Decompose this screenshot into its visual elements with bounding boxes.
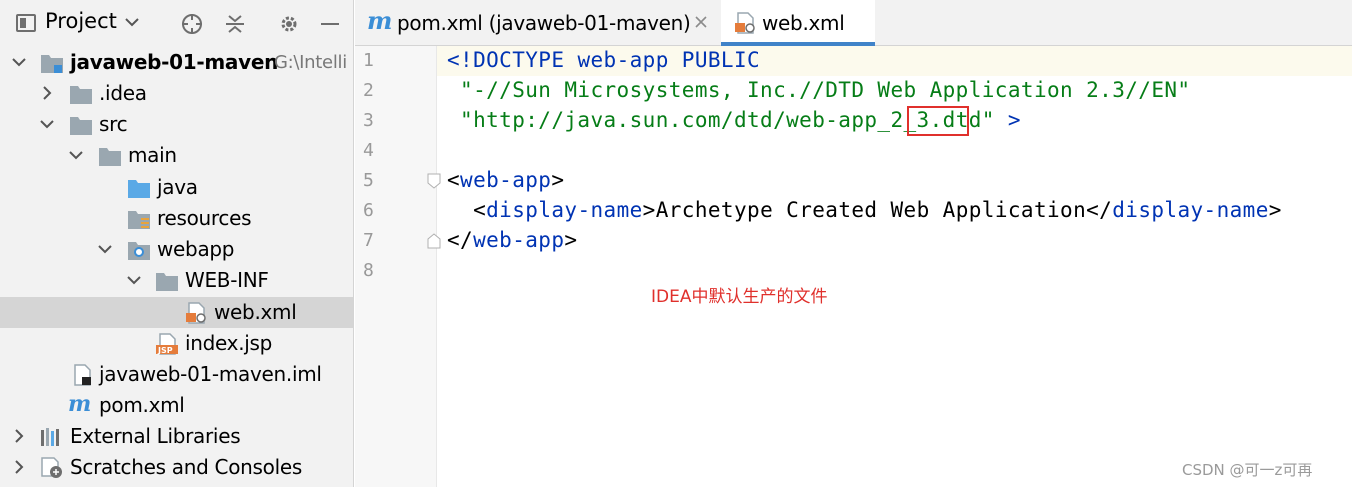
tree-item-pom-xml[interactable]: m pom.xml <box>0 390 353 421</box>
code-editor[interactable]: <!DOCTYPE web-app PUBLIC "-//Sun Microsy… <box>437 46 1352 487</box>
collapse-arrow-icon[interactable] <box>11 459 27 475</box>
line-number: 2 <box>363 80 374 101</box>
web-folder-icon <box>128 242 150 260</box>
folder-icon <box>99 148 121 166</box>
chevron-down-icon[interactable] <box>124 14 140 30</box>
collapse-arrow-icon[interactable] <box>39 85 55 101</box>
code-line-5: <web-app> <box>447 168 565 192</box>
expand-arrow-icon[interactable] <box>11 54 27 70</box>
xml-file-icon <box>186 302 206 324</box>
resources-folder-icon <box>128 211 150 229</box>
tree-item-resources[interactable]: resources <box>0 203 353 234</box>
watermark: CSDN @可一z可再 <box>1182 461 1313 479</box>
tree-item-iml[interactable]: javaweb-01-maven.iml <box>0 359 353 390</box>
tab-label: pom.xml (javaweb-01-maven) <box>397 11 691 35</box>
annotation-highlight-box <box>907 106 969 136</box>
tree-item-main[interactable]: main <box>0 140 353 171</box>
tree-item-java[interactable]: java <box>0 172 353 203</box>
editor-tab-bar: m pom.xml (javaweb-01-maven) web.xml <box>355 0 1352 46</box>
tree-item-src[interactable]: src <box>0 109 353 140</box>
maven-icon: m <box>68 391 92 417</box>
tree-item-external-libraries[interactable]: External Libraries <box>0 421 353 452</box>
tree-item-label: index.jsp <box>185 331 273 355</box>
tree-item-index-jsp[interactable]: JSP index.jsp <box>0 328 353 359</box>
line-number: 1 <box>363 50 374 71</box>
tree-item-label: src <box>99 112 128 136</box>
tree-item-label: main <box>128 143 177 167</box>
tree-item-label: pom.xml <box>99 393 185 417</box>
libraries-icon <box>41 428 59 446</box>
maven-icon: m <box>367 6 393 35</box>
tree-item-webapp[interactable]: webapp <box>0 234 353 265</box>
tree-item-label: Scratches and Consoles <box>70 455 302 479</box>
line-number-gutter: 1 2 3 4 5 6 7 8 <box>355 46 441 487</box>
line-number: 8 <box>363 260 374 281</box>
tree-item-label: javaweb-01-maven.iml <box>99 362 322 386</box>
code-line-2: "-//Sun Microsystems, Inc.//DTD Web Appl… <box>447 78 1191 102</box>
editor-area: m pom.xml (javaweb-01-maven) web.xml 1 2… <box>355 0 1352 487</box>
folder-icon <box>70 86 92 104</box>
collapse-all-icon[interactable] <box>223 12 247 36</box>
expand-arrow-icon[interactable] <box>68 147 84 163</box>
code-line-6: <display-name>Archetype Created Web Appl… <box>447 198 1282 222</box>
jsp-file-icon: JSP <box>156 333 178 355</box>
tab-pom-xml[interactable]: m pom.xml (javaweb-01-maven) <box>355 0 721 46</box>
module-path: G:\Intelli <box>274 52 347 73</box>
code-line-1: <!DOCTYPE web-app PUBLIC <box>447 48 761 72</box>
tree-item-label: WEB-INF <box>185 268 269 292</box>
annotation-text: IDEA中默认生产的文件 <box>651 287 828 307</box>
line-number: 6 <box>363 200 374 221</box>
gear-icon[interactable] <box>277 12 301 36</box>
folder-icon <box>70 117 92 135</box>
expand-arrow-icon[interactable] <box>39 116 55 132</box>
line-number: 5 <box>363 170 374 191</box>
code-line-7: </web-app> <box>447 228 578 252</box>
tree-item-label: External Libraries <box>70 424 241 448</box>
scratches-icon <box>41 457 62 478</box>
collapse-arrow-icon[interactable] <box>11 428 27 444</box>
expand-arrow-icon[interactable] <box>97 241 113 257</box>
tree-item-label: webapp <box>157 237 235 261</box>
close-icon[interactable] <box>694 15 708 29</box>
tree-item-web-xml[interactable]: web.xml <box>0 297 353 328</box>
project-view-icon[interactable] <box>16 14 36 32</box>
tree-item-label: .idea <box>99 81 147 105</box>
source-folder-icon <box>128 180 150 198</box>
tree-item-javaweb-01-maven[interactable]: javaweb-01-maven G:\Intelli <box>0 47 353 78</box>
project-tool-window: Project javaweb-01-maven G:\Intelli .ide… <box>0 0 354 487</box>
tree-item-web-inf[interactable]: WEB-INF <box>0 265 353 296</box>
module-folder-icon <box>41 55 63 73</box>
folder-icon <box>156 273 178 291</box>
tree-item-scratches-and-consoles[interactable]: Scratches and Consoles <box>0 452 353 483</box>
tab-label: web.xml <box>762 11 845 35</box>
svg-text:JSP: JSP <box>157 346 173 355</box>
project-panel-header: Project <box>0 0 353 46</box>
line-number: 3 <box>363 110 374 131</box>
expand-arrow-icon[interactable] <box>126 272 142 288</box>
project-view-title[interactable]: Project <box>45 9 117 33</box>
tree-item-label: web.xml <box>214 300 297 324</box>
tree-item-idea[interactable]: .idea <box>0 78 353 109</box>
tree-item-label: javaweb-01-maven <box>70 50 279 74</box>
tree-item-label: java <box>157 175 198 199</box>
iml-file-icon <box>74 364 91 386</box>
tab-web-xml[interactable]: web.xml <box>721 0 875 46</box>
line-number: 4 <box>363 140 374 161</box>
locate-file-icon[interactable] <box>180 12 204 36</box>
line-number: 7 <box>363 230 374 251</box>
tree-item-label: resources <box>157 206 252 230</box>
xml-file-icon <box>735 12 755 34</box>
minimize-icon[interactable] <box>318 12 342 36</box>
